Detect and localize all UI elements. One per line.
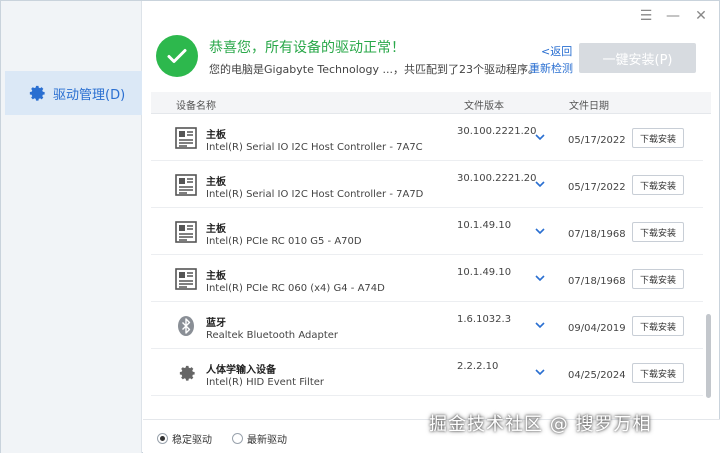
- device-name: Intel(R) PCIe RC 010 G5 - A70D: [206, 236, 362, 247]
- download-install-button[interactable]: 下载安装: [632, 363, 684, 383]
- minimize-icon[interactable]: —: [664, 7, 682, 25]
- file-version: 10.1.49.10: [457, 267, 512, 278]
- table-header: 设备名称 文件版本 文件日期: [151, 92, 711, 114]
- file-date: 05/17/2022: [568, 182, 626, 193]
- device-category: 主板: [206, 177, 226, 188]
- menu-icon[interactable]: ☰: [637, 7, 655, 25]
- sidebar-item-label: 驱动管理(D): [53, 87, 126, 103]
- download-install-button[interactable]: 下载安装: [632, 269, 684, 289]
- motherboard-icon: [175, 221, 197, 243]
- device-name: Intel(R) PCIe RC 060 (x4) G4 - A74D: [206, 283, 385, 294]
- radio-dot: [157, 433, 168, 444]
- radio-dot: [232, 433, 243, 444]
- file-version: 30.100.2221.20: [457, 173, 537, 184]
- chevron-down-icon[interactable]: [534, 320, 546, 330]
- file-date: 09/04/2019: [568, 323, 626, 334]
- motherboard-icon: [175, 127, 197, 149]
- status-title: 恭喜您，所有设备的驱动正常！: [209, 40, 405, 56]
- radio-stable-driver[interactable]: 稳定驱动: [157, 431, 212, 446]
- download-install-button[interactable]: 下载安装: [632, 128, 684, 148]
- device-category: 主板: [206, 271, 226, 282]
- download-install-button[interactable]: 下载安装: [632, 222, 684, 242]
- chevron-down-icon[interactable]: [534, 132, 546, 142]
- table-row: 主板 Intel(R) Serial IO I2C Host Controlle…: [151, 161, 703, 208]
- chevron-down-icon[interactable]: [534, 273, 546, 283]
- chevron-down-icon[interactable]: [534, 367, 546, 377]
- close-icon[interactable]: ✕: [692, 7, 710, 25]
- install-all-button[interactable]: 一键安装(P): [579, 43, 696, 73]
- file-version: 2.2.2.10: [457, 361, 499, 372]
- radio-label: 稳定驱动: [172, 435, 212, 446]
- download-install-button[interactable]: 下载安装: [632, 316, 684, 336]
- scrollbar[interactable]: [705, 114, 713, 398]
- file-version: 10.1.49.10: [457, 220, 512, 231]
- table-row: 主板 Intel(R) Serial IO I2C Host Controlle…: [151, 114, 703, 161]
- back-link[interactable]: <返回: [541, 43, 572, 59]
- column-header-date: 文件日期: [569, 101, 609, 112]
- status-subtitle: 您的电脑是Gigabyte Technology ...，共匹配到了23个驱动程…: [209, 63, 539, 76]
- device-category: 主板: [206, 130, 226, 141]
- file-date: 07/18/1968: [568, 229, 626, 240]
- chevron-down-icon[interactable]: [534, 226, 546, 236]
- file-version: 30.100.2221.20: [457, 126, 537, 137]
- chevron-down-icon[interactable]: [534, 179, 546, 189]
- rescan-link[interactable]: 重新检测: [529, 60, 573, 76]
- sidebar-item-driver-management[interactable]: 驱动管理(D): [5, 71, 142, 115]
- driver-manager-window: 驱动管理(D) ☰ — ✕ 恭喜您，所有设备的驱动正常！ 您的电脑是Gigaby…: [0, 0, 720, 453]
- device-category: 蓝牙: [206, 318, 226, 329]
- device-name: Intel(R) Serial IO I2C Host Controller -…: [206, 142, 423, 153]
- watermark: 掘金技术社区 @ 搜罗万相: [429, 414, 652, 435]
- scrollbar-thumb[interactable]: [706, 314, 711, 398]
- device-name: Realtek Bluetooth Adapter: [206, 330, 338, 341]
- sidebar: 驱动管理(D): [1, 1, 142, 453]
- device-category: 人体学输入设备: [206, 365, 276, 376]
- column-header-name: 设备名称: [176, 101, 216, 112]
- device-category: 主板: [206, 224, 226, 235]
- file-date: 05/17/2022: [568, 135, 626, 146]
- radio-label: 最新驱动: [247, 435, 287, 446]
- success-check-icon: [156, 35, 198, 77]
- table-row: 主板 Intel(R) PCIe RC 010 G5 - A70D 10.1.4…: [151, 208, 703, 255]
- gear-icon: [29, 85, 45, 101]
- motherboard-icon: [175, 174, 197, 196]
- file-date: 07/18/1968: [568, 276, 626, 287]
- device-name: Intel(R) Serial IO I2C Host Controller -…: [206, 189, 424, 200]
- column-header-version: 文件版本: [464, 101, 504, 112]
- device-name: Intel(R) HID Event Filter: [206, 377, 325, 388]
- table-row: 蓝牙 Realtek Bluetooth Adapter 1.6.1032.3 …: [151, 302, 703, 349]
- download-install-button[interactable]: 下载安装: [632, 175, 684, 195]
- motherboard-icon: [175, 268, 197, 290]
- bluetooth-icon: [178, 316, 194, 336]
- table-row: 人体学输入设备 Intel(R) HID Event Filter 2.2.2.…: [151, 349, 703, 396]
- file-version: 1.6.1032.3: [457, 314, 512, 325]
- gear-icon: [179, 365, 195, 381]
- file-date: 04/25/2024: [568, 370, 626, 381]
- table-row: 主板 Intel(R) PCIe RC 060 (x4) G4 - A74D 1…: [151, 255, 703, 302]
- radio-latest-driver[interactable]: 最新驱动: [232, 431, 287, 446]
